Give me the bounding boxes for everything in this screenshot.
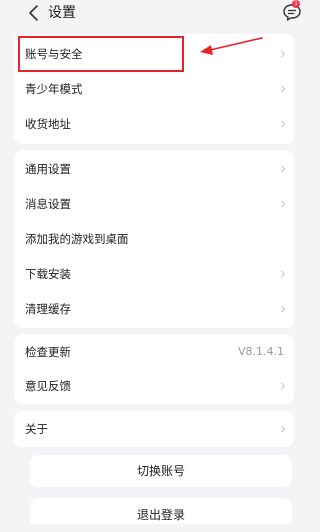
top-bar: 设置 1 <box>0 0 320 28</box>
chevron-left-icon[interactable] <box>26 4 42 22</box>
chevron-right-icon <box>281 165 286 173</box>
version-value: V8.1.4.1 <box>237 345 284 358</box>
row-label: 检查更新 <box>25 345 71 359</box>
row-label: 下载安装 <box>25 267 71 281</box>
settings-row-download-install[interactable]: 下载安装 <box>14 256 294 292</box>
chevron-right-icon <box>281 270 286 278</box>
row-label: 关于 <box>25 422 48 436</box>
settings-row-feedback[interactable]: 意见反馈 <box>14 368 294 404</box>
settings-row-shipping-address[interactable]: 收货地址 <box>14 106 294 142</box>
update-group-card: 检查更新 V8.1.4.1 意见反馈 <box>14 334 294 404</box>
row-label: 清理缓存 <box>25 302 71 316</box>
logout-button[interactable]: 退出登录 <box>30 498 292 524</box>
chevron-right-icon <box>281 425 286 433</box>
chevron-right-icon <box>281 85 286 93</box>
page-title: 设置 <box>48 5 76 21</box>
general-group-card: 通用设置 消息设置 添加我的游戏到桌面 下载安装 清理缓存 <box>14 150 294 328</box>
highlight-box <box>18 36 184 72</box>
settings-row-notifications[interactable]: 消息设置 <box>14 186 294 222</box>
settings-row-teen-mode[interactable]: 青少年模式 <box>14 71 294 107</box>
message-badge: 1 <box>292 0 300 8</box>
settings-row-check-update[interactable]: 检查更新 V8.1.4.1 <box>14 334 294 370</box>
row-label: 通用设置 <box>25 162 71 176</box>
settings-row-about[interactable]: 关于 <box>14 411 294 447</box>
row-label: 消息设置 <box>25 197 71 211</box>
chevron-right-icon <box>281 50 286 58</box>
row-label: 收货地址 <box>25 117 71 131</box>
chevron-right-icon <box>281 120 286 128</box>
settings-row-general[interactable]: 通用设置 <box>14 151 294 187</box>
row-label: 青少年模式 <box>25 82 83 96</box>
chevron-right-icon <box>281 305 286 313</box>
about-group-card: 关于 <box>14 411 294 447</box>
row-label: 添加我的游戏到桌面 <box>25 232 129 246</box>
settings-row-add-games-desktop[interactable]: 添加我的游戏到桌面 <box>14 221 294 257</box>
chevron-right-icon <box>281 200 286 208</box>
row-label: 意见反馈 <box>25 379 71 393</box>
switch-account-button[interactable]: 切换账号 <box>30 455 292 487</box>
chevron-right-icon <box>281 382 286 390</box>
settings-row-clear-cache[interactable]: 清理缓存 <box>14 291 294 327</box>
